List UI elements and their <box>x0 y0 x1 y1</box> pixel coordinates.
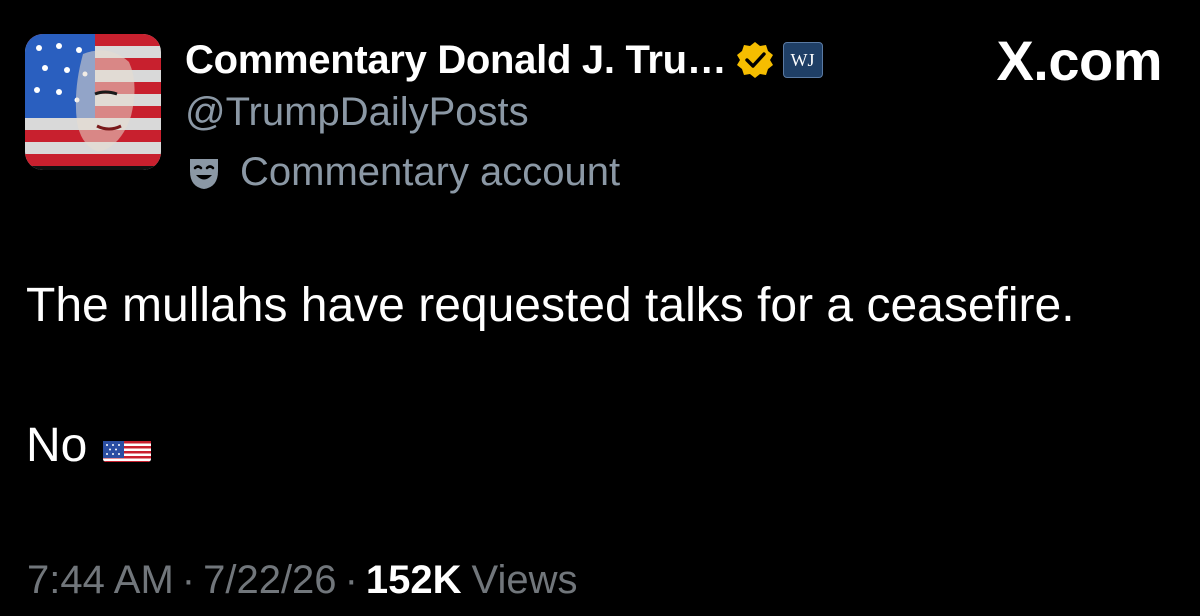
post-meta-row: 7:44 AM · 7/22/26 · 152K Views <box>27 558 578 603</box>
author-name-row: Commentary Donald J. Tru… WJ <box>185 32 823 88</box>
x-brand-logo: X.com <box>996 29 1162 92</box>
views-label: Views <box>471 558 578 602</box>
views-count[interactable]: 152K <box>366 558 462 603</box>
post-text-line-2-row: No <box>26 418 152 473</box>
avatar[interactable] <box>25 34 161 170</box>
post-text-line-1: The mullahs have requested talks for a c… <box>26 279 1075 332</box>
commentary-account-label: Commentary account <box>240 150 621 194</box>
post-time[interactable]: 7:44 AM <box>27 558 174 603</box>
author-handle[interactable]: @TrumpDailyPosts <box>185 90 529 135</box>
meta-separator: · <box>344 558 358 602</box>
flag-portrait-avatar-icon <box>25 34 161 170</box>
us-flag-icon <box>103 430 152 462</box>
post-date[interactable]: 7/22/26 <box>203 558 336 603</box>
verified-badge-icon[interactable] <box>735 40 775 80</box>
theater-mask-icon <box>186 155 222 191</box>
post-text-line-2: No <box>26 419 88 472</box>
affiliation-badge[interactable]: WJ <box>782 42 823 78</box>
author-display-name[interactable]: Commentary Donald J. Tru… <box>185 38 727 83</box>
post-card: Commentary Donald J. Tru… WJ @TrumpDaily… <box>0 0 1200 616</box>
commentary-account-row: Commentary account <box>186 150 620 195</box>
meta-separator: · <box>181 558 196 602</box>
